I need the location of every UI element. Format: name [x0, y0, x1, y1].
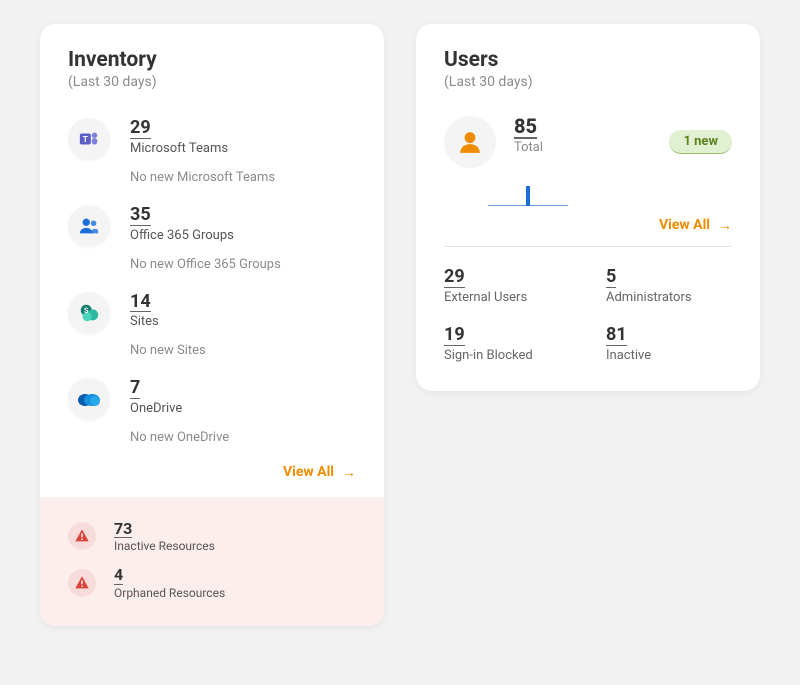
teams-icon: T	[68, 118, 110, 160]
person-icon	[444, 116, 496, 168]
inventory-count: 7	[130, 378, 140, 399]
inventory-alerts: 73 Inactive Resources 4 Orphaned Resourc…	[40, 497, 384, 626]
users-total-count: 85	[514, 116, 537, 139]
groups-icon	[68, 205, 110, 247]
inventory-title: Inventory	[68, 48, 356, 72]
inventory-card: Inventory (Last 30 days) T 29 Microsoft …	[40, 24, 384, 626]
stat-label: External Users	[444, 290, 570, 305]
inventory-item-groups[interactable]: 35 Office 365 Groups No new Office 365 G…	[68, 195, 356, 282]
alert-count: 73	[114, 520, 132, 539]
users-subtitle: (Last 30 days)	[444, 74, 732, 90]
warning-icon	[68, 522, 96, 550]
inventory-list: T 29 Microsoft Teams No new Microsoft Te…	[40, 98, 384, 455]
alert-label: Inactive Resources	[114, 539, 215, 553]
stat-count: 81	[606, 325, 627, 346]
users-new-badge: 1 new	[669, 130, 732, 154]
inventory-nonew: No new Sites	[130, 343, 356, 358]
stat-count: 19	[444, 325, 465, 346]
inventory-count: 14	[130, 292, 151, 313]
inventory-nonew: No new OneDrive	[130, 430, 356, 445]
users-sparkline	[478, 180, 760, 206]
users-stats: 29 External Users 5 Administrators 19 Si…	[416, 247, 760, 391]
inventory-nonew: No new Microsoft Teams	[130, 170, 356, 185]
inventory-item-onedrive[interactable]: 7 OneDrive No new OneDrive	[68, 368, 356, 455]
users-total-label: Total	[514, 140, 651, 155]
svg-text:S: S	[84, 306, 89, 315]
alert-label: Orphaned Resources	[114, 586, 225, 600]
warning-icon	[68, 569, 96, 597]
stat-label: Administrators	[606, 290, 732, 305]
stat-count: 5	[606, 267, 616, 288]
inventory-count: 29	[130, 118, 151, 139]
users-view-all-link[interactable]: View All	[659, 217, 732, 234]
svg-text:T: T	[83, 135, 88, 145]
alert-count: 4	[114, 566, 123, 585]
stat-label: Inactive	[606, 348, 732, 363]
inventory-count: 35	[130, 205, 151, 226]
inventory-label: OneDrive	[130, 401, 356, 416]
stat-label: Sign-in Blocked	[444, 348, 570, 363]
stat-count: 29	[444, 267, 465, 288]
alert-inactive-resources[interactable]: 73 Inactive Resources	[68, 513, 356, 560]
inventory-subtitle: (Last 30 days)	[68, 74, 356, 90]
inventory-item-teams[interactable]: T 29 Microsoft Teams No new Microsoft Te…	[68, 108, 356, 195]
stat-external-users[interactable]: 29 External Users	[444, 267, 570, 305]
inventory-view-all-link[interactable]: View All	[283, 464, 356, 481]
sharepoint-icon: S	[68, 292, 110, 334]
onedrive-icon	[68, 378, 110, 420]
users-title: Users	[444, 48, 732, 72]
inventory-label: Sites	[130, 314, 356, 329]
stat-administrators[interactable]: 5 Administrators	[606, 267, 732, 305]
stat-inactive[interactable]: 81 Inactive	[606, 325, 732, 363]
inventory-item-sites[interactable]: S 14 Sites No new Sites	[68, 282, 356, 369]
users-card: Users (Last 30 days) 85 Total 1 new View…	[416, 24, 760, 391]
stat-signin-blocked[interactable]: 19 Sign-in Blocked	[444, 325, 570, 363]
inventory-nonew: No new Office 365 Groups	[130, 257, 356, 272]
alert-orphaned-resources[interactable]: 4 Orphaned Resources	[68, 559, 356, 606]
inventory-label: Microsoft Teams	[130, 141, 356, 156]
inventory-label: Office 365 Groups	[130, 228, 356, 243]
